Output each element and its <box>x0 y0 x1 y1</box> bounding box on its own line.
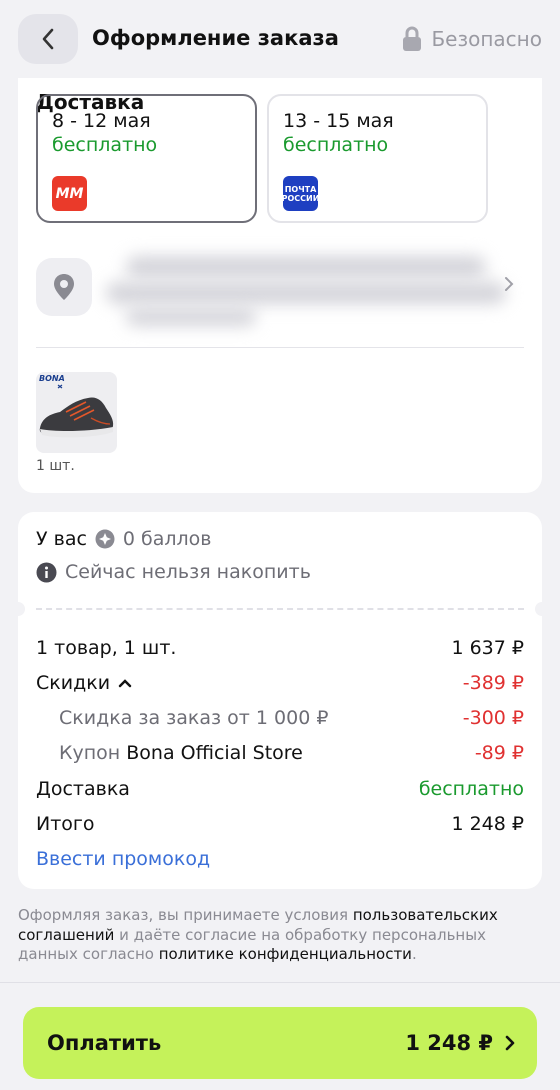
legal-text-1: Оформляя заказ, вы принимаете условия <box>18 906 353 924</box>
secure-indicator: Безопасно <box>401 26 542 52</box>
product-thumbnail[interactable]: BONA <box>36 372 117 453</box>
points-note-row: Сейчас нельзя накопить <box>36 561 524 583</box>
legal-text-3: . <box>411 945 417 963</box>
page-title: Оформление заказа <box>92 26 339 50</box>
ticket-notch-left <box>11 602 25 616</box>
product-quantity: 1 шт. <box>36 458 75 474</box>
chevron-right-icon <box>504 276 514 296</box>
lock-icon <box>403 26 422 51</box>
location-pin-icon <box>36 258 92 316</box>
chevron-left-icon <box>42 28 54 50</box>
legal-text: Оформляя заказ, вы принимаете условия по… <box>18 906 538 965</box>
discount-order-value: -300 ₽ <box>462 707 524 729</box>
discounts-row[interactable]: Скидки -389 ₽ <box>36 672 524 694</box>
pay-button[interactable]: Оплатить 1 248 ₽ <box>23 1007 537 1079</box>
checkout-footer: Оплатить 1 248 ₽ <box>0 982 560 1090</box>
chevron-right-icon <box>505 1035 515 1051</box>
delivery-option-dates: 8 - 12 мая <box>52 110 151 132</box>
sneaker-image <box>39 384 114 438</box>
delivery-option-1[interactable]: 8 - 12 мая бесплатно MM <box>36 94 257 223</box>
ticket-notch-right <box>535 602 549 616</box>
discount-order-label: Скидка за заказ от 1 000 ₽ <box>59 707 329 729</box>
points-coin-icon <box>95 529 115 549</box>
coupon-value: -89 ₽ <box>474 742 524 764</box>
russian-post-logo-icon: ПОЧТА РОССИИ <box>282 176 319 211</box>
order-summary-card: У вас 0 баллов Сейчас нельзя накопить 1 … <box>11 512 549 889</box>
coupon-name: Bona Official Store <box>126 742 303 764</box>
points-label: У вас <box>36 528 87 550</box>
total-label: Итого <box>36 813 95 835</box>
divider <box>36 347 524 348</box>
delivery-label: Доставка <box>36 778 130 800</box>
points-row: У вас 0 баллов <box>36 528 524 550</box>
delivery-card: Доставка 8 - 12 мая бесплатно MM 13 - 15… <box>18 40 542 493</box>
promo-code-link[interactable]: Ввести промокод <box>36 848 524 870</box>
delivery-option-2[interactable]: 13 - 15 мая бесплатно ПОЧТА РОССИИ <box>267 94 488 223</box>
discount-order-row: Скидка за заказ от 1 000 ₽ -300 ₽ <box>59 707 524 729</box>
discounts-label: Скидки <box>36 672 111 694</box>
chevron-up-icon[interactable] <box>118 678 132 688</box>
megamarket-logo-icon: MM <box>52 176 87 211</box>
discounts-value: -389 ₽ <box>462 672 524 694</box>
pay-button-amount: 1 248 ₽ <box>405 1031 493 1055</box>
items-row: 1 товар, 1 шт. 1 637 ₽ <box>36 637 524 659</box>
privacy-policy-link[interactable]: политике конфиденциальности <box>159 945 412 963</box>
coupon-prefix: Купон <box>59 742 121 764</box>
total-row: Итого 1 248 ₽ <box>36 813 524 835</box>
items-value: 1 637 ₽ <box>451 637 524 659</box>
dashed-divider <box>36 608 524 610</box>
delivery-value: бесплатно <box>418 778 524 800</box>
coupon-row: Купон Bona Official Store -89 ₽ <box>59 742 524 764</box>
delivery-option-price: бесплатно <box>283 134 389 156</box>
info-icon <box>36 562 57 582</box>
points-value: 0 баллов <box>122 528 212 550</box>
items-label: 1 товар, 1 шт. <box>36 637 177 659</box>
points-note: Сейчас нельзя накопить <box>65 561 311 583</box>
delivery-option-dates: 13 - 15 мая <box>283 110 394 132</box>
address-row[interactable] <box>106 246 506 330</box>
pay-button-label: Оплатить <box>47 1031 162 1055</box>
secure-label: Безопасно <box>431 27 542 51</box>
top-bar: Оформление заказа Безопасно <box>0 0 560 78</box>
total-value: 1 248 ₽ <box>451 813 524 835</box>
delivery-option-price: бесплатно <box>52 134 158 156</box>
delivery-row: Доставка бесплатно <box>36 778 524 800</box>
back-button[interactable] <box>18 14 78 64</box>
